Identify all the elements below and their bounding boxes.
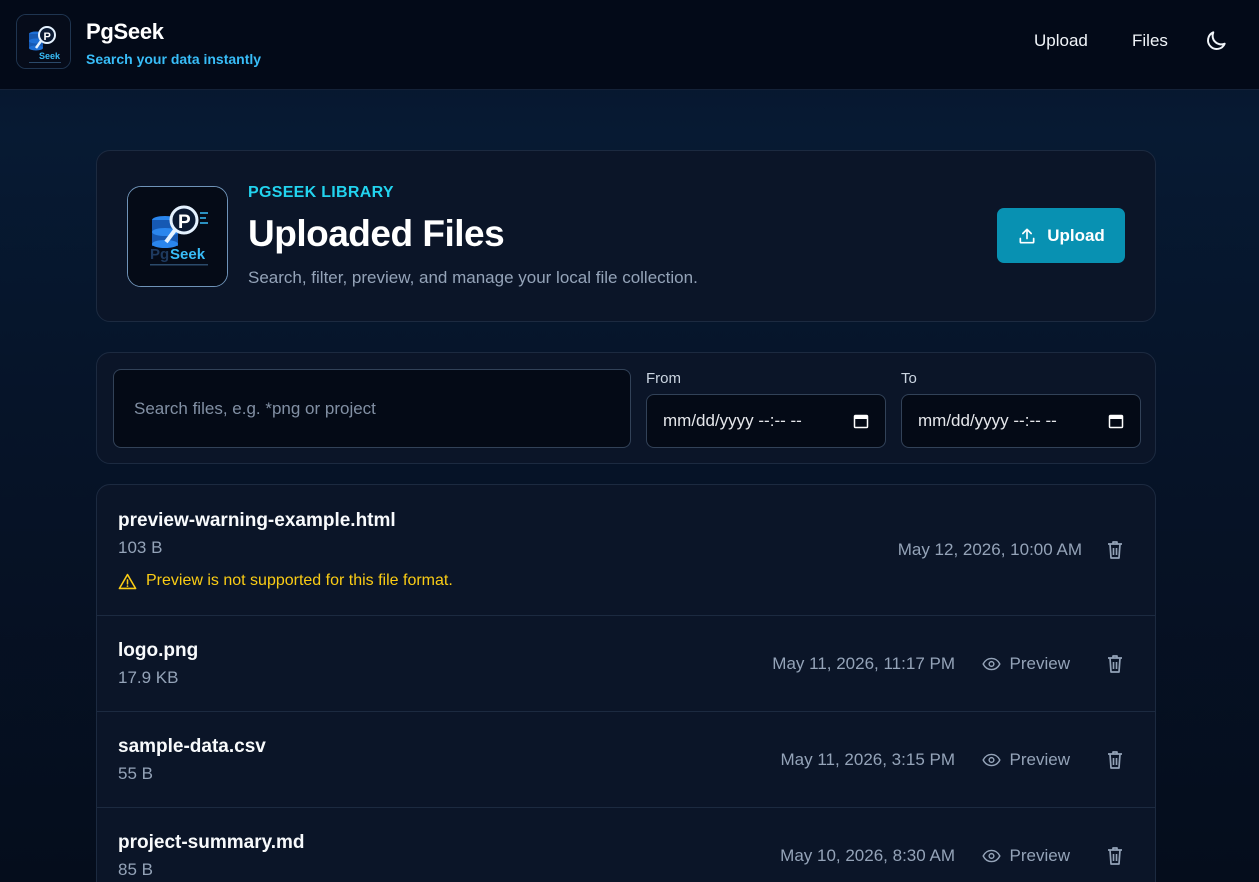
file-row[interactable]: project-summary.md 85 B May 10, 2026, 8:… xyxy=(97,808,1155,882)
nav-files-link[interactable]: Files xyxy=(1132,31,1168,51)
trash-icon xyxy=(1108,847,1122,865)
eye-icon xyxy=(981,849,1001,863)
file-name[interactable]: logo.png xyxy=(118,640,198,662)
library-logo: P Pg Seek xyxy=(127,186,228,287)
brand-tagline: Search your data instantly xyxy=(86,51,262,67)
preview-button-label: Preview xyxy=(1009,846,1070,865)
to-label: To xyxy=(901,370,917,387)
upload-button[interactable]: Upload xyxy=(997,208,1125,263)
file-size: 85 B xyxy=(118,860,153,879)
file-row[interactable]: logo.png 17.9 KB May 11, 2026, 11:17 PM … xyxy=(97,616,1155,712)
file-list: preview-warning-example.html 103 B Previ… xyxy=(96,484,1156,882)
svg-text:Pg: Pg xyxy=(150,246,169,263)
file-date: May 12, 2026, 10:00 AM xyxy=(897,540,1082,559)
preview-button[interactable]: Preview xyxy=(981,844,1070,868)
preview-warning: Preview is not supported for this file f… xyxy=(118,572,453,590)
delete-button[interactable] xyxy=(1105,539,1125,561)
trash-icon xyxy=(1108,751,1122,769)
preview-button-label: Preview xyxy=(1009,750,1070,769)
library-header-card: P Pg Seek PGSEEK LIBRARY Uploaded Files … xyxy=(96,150,1156,322)
from-label: From xyxy=(646,370,681,387)
file-date: May 11, 2026, 11:17 PM xyxy=(772,654,955,673)
file-size: 55 B xyxy=(118,764,153,783)
pgseek-logo-icon: P Pg Seek xyxy=(128,187,227,286)
upload-icon xyxy=(1019,228,1035,243)
search-input[interactable] xyxy=(113,369,631,448)
file-name[interactable]: preview-warning-example.html xyxy=(118,510,396,532)
to-date-value: mm/dd/yyyy --:-- -- xyxy=(918,411,1057,430)
file-row[interactable]: sample-data.csv 55 B May 11, 2026, 3:15 … xyxy=(97,712,1155,808)
library-eyebrow: PGSEEK LIBRARY xyxy=(248,184,394,201)
filter-bar: From To mm/dd/yyyy --:-- -- mm/dd/yyyy -… xyxy=(96,352,1156,464)
trash-icon xyxy=(1108,655,1122,673)
nav-upload-link[interactable]: Upload xyxy=(1034,31,1088,51)
file-date: May 11, 2026, 3:15 PM xyxy=(780,750,955,769)
svg-text:P: P xyxy=(178,212,191,233)
moon-icon xyxy=(1207,31,1226,50)
preview-warning-text: Preview is not supported for this file f… xyxy=(146,572,453,589)
page-subtitle: Search, filter, preview, and manage your… xyxy=(248,268,698,287)
file-date: May 10, 2026, 8:30 AM xyxy=(780,846,955,865)
brand-logo[interactable]: P Seek xyxy=(16,14,71,69)
calendar-icon[interactable] xyxy=(1108,413,1124,429)
brand-name[interactable]: PgSeek xyxy=(86,19,164,45)
trash-icon xyxy=(1108,541,1122,559)
svg-text:Seek: Seek xyxy=(170,246,206,263)
file-name[interactable]: project-summary.md xyxy=(118,832,305,854)
file-row[interactable]: preview-warning-example.html 103 B Previ… xyxy=(97,485,1155,616)
svg-text:Seek: Seek xyxy=(39,51,61,61)
top-bar: P Seek PgSeek Search your data instantly… xyxy=(0,0,1259,90)
delete-button[interactable] xyxy=(1105,749,1125,771)
preview-button[interactable]: Preview xyxy=(981,748,1070,772)
file-size: 103 B xyxy=(118,538,163,557)
from-date-input[interactable]: mm/dd/yyyy --:-- -- xyxy=(646,394,886,448)
to-date-input[interactable]: mm/dd/yyyy --:-- -- xyxy=(901,394,1141,448)
warning-icon xyxy=(118,573,137,589)
page-title: Uploaded Files xyxy=(248,213,505,254)
eye-icon xyxy=(981,657,1001,671)
pgseek-logo-icon: P Seek xyxy=(17,15,70,68)
preview-button[interactable]: Preview xyxy=(981,652,1070,676)
upload-button-label: Upload xyxy=(1047,225,1105,245)
eye-icon xyxy=(981,753,1001,767)
file-size: 17.9 KB xyxy=(118,668,179,687)
preview-button-label: Preview xyxy=(1009,654,1070,673)
from-date-value: mm/dd/yyyy --:-- -- xyxy=(663,411,802,430)
calendar-icon[interactable] xyxy=(853,413,869,429)
delete-button[interactable] xyxy=(1105,845,1125,867)
delete-button[interactable] xyxy=(1105,653,1125,675)
svg-text:P: P xyxy=(44,31,51,43)
file-name[interactable]: sample-data.csv xyxy=(118,736,266,758)
theme-toggle-button[interactable] xyxy=(1203,28,1229,54)
